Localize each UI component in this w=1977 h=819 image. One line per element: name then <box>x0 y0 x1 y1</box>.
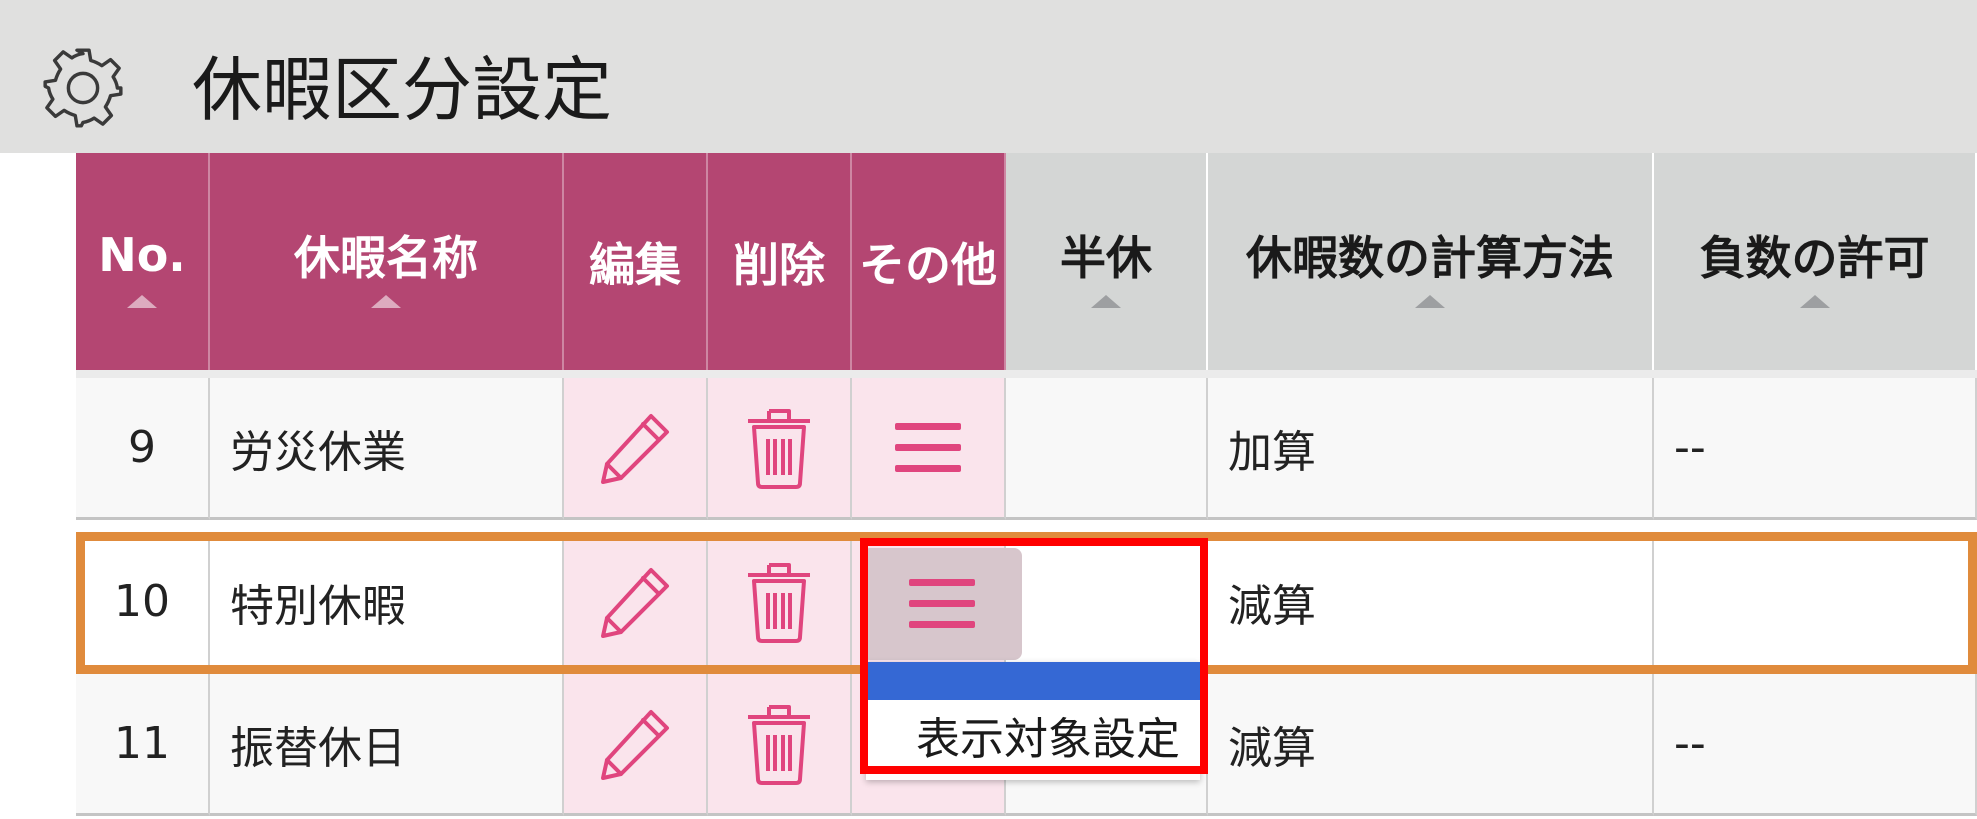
edit-button[interactable] <box>564 674 708 816</box>
gear-icon[interactable] <box>40 45 126 131</box>
row-half <box>1006 378 1208 520</box>
sort-asc-icon <box>127 295 157 308</box>
page: 休暇区分設定 No. 休暇名称 編集 削除 その他 半休 休暇数の計算方法 負数… <box>0 0 1977 819</box>
row-negative: -- <box>1654 378 1977 520</box>
col-header-delete-label: 削除 <box>733 237 825 292</box>
hamburger-icon <box>909 579 975 628</box>
row-no: 9 <box>76 378 210 520</box>
sort-asc-icon <box>1415 295 1445 308</box>
delete-button[interactable] <box>708 378 852 520</box>
col-header-other-label: その他 <box>859 237 997 292</box>
col-header-half-label: 半休 <box>1060 230 1152 285</box>
sort-asc-icon <box>1091 295 1121 308</box>
row-negative: -- <box>1654 674 1977 816</box>
page-title: 休暇区分設定 <box>192 49 612 131</box>
more-dropdown-menu: 表示対象設定 <box>866 662 1200 780</box>
more-menu-button-active[interactable] <box>862 548 1022 660</box>
pencil-icon <box>601 567 669 638</box>
col-header-name-label: 休暇名称 <box>294 230 478 285</box>
row-no: 10 <box>76 532 210 674</box>
row-name: 振替休日 <box>210 674 564 816</box>
sort-asc-icon <box>1799 295 1830 308</box>
row-calc: 減算 <box>1208 674 1654 816</box>
pencil-icon <box>601 709 669 780</box>
header-divider <box>76 370 1977 378</box>
edit-button[interactable] <box>564 532 708 674</box>
col-header-delete: 削除 <box>708 153 852 370</box>
col-header-calc-label: 休暇数の計算方法 <box>1246 230 1614 285</box>
row-no: 11 <box>76 674 210 816</box>
row-calc: 加算 <box>1208 378 1654 520</box>
dropdown-highlighted-item[interactable] <box>866 662 1200 700</box>
row-negative <box>1654 532 1977 674</box>
row-name: 特別休暇 <box>210 532 564 674</box>
trash-icon <box>748 562 810 643</box>
col-header-no[interactable]: No. <box>76 153 210 370</box>
col-header-edit-label: 編集 <box>589 237 681 292</box>
table-row: 9 労災休業 加算 -- <box>76 378 1977 520</box>
col-header-negative[interactable]: 負数の許可 <box>1654 153 1977 370</box>
col-header-negative-label: 負数の許可 <box>1699 230 1930 285</box>
col-header-other: その他 <box>852 153 1006 370</box>
table-row: 10 特別休暇 減算 <box>76 532 1977 674</box>
title-bar: 休暇区分設定 <box>0 0 1977 153</box>
col-header-no-label: No. <box>98 227 186 282</box>
sort-asc-icon <box>371 295 401 308</box>
dropdown-item-display-target[interactable]: 表示対象設定 <box>866 700 1200 780</box>
col-header-half[interactable]: 半休 <box>1006 153 1208 370</box>
row-half <box>1006 532 1208 674</box>
trash-icon <box>748 408 810 489</box>
pencil-icon <box>601 413 669 484</box>
delete-button[interactable] <box>708 532 852 674</box>
row-calc: 減算 <box>1208 532 1654 674</box>
edit-button[interactable] <box>564 378 708 520</box>
trash-icon <box>748 704 810 785</box>
col-header-calc[interactable]: 休暇数の計算方法 <box>1208 153 1654 370</box>
delete-button[interactable] <box>708 674 852 816</box>
more-menu-button[interactable] <box>852 378 1006 520</box>
col-header-name[interactable]: 休暇名称 <box>210 153 564 370</box>
col-header-edit: 編集 <box>564 153 708 370</box>
row-name: 労災休業 <box>210 378 564 520</box>
hamburger-icon <box>895 422 961 472</box>
